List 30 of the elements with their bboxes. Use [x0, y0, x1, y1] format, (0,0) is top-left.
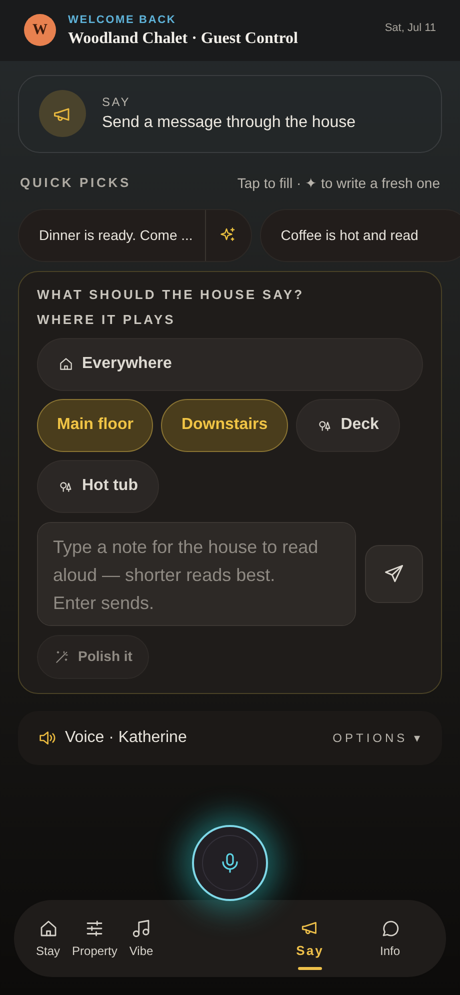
zones-label: WHERE IT PLAYS [37, 311, 176, 329]
zone-chip[interactable]: Deck [296, 398, 400, 452]
sparkle-icon [219, 226, 238, 244]
zone-chip[interactable]: Everywhere [37, 338, 423, 390]
welcome-label: WELCOME BACK [68, 13, 178, 28]
date-label: Sat, Jul 11 [384, 21, 436, 36]
music-note-icon [130, 918, 152, 938]
nav-tab[interactable]: Property [66, 918, 124, 960]
section-label: SAY [102, 94, 132, 110]
send-button[interactable] [365, 544, 423, 602]
avatar: W [24, 14, 56, 46]
section-title: Send a message through the house [102, 112, 356, 132]
send-icon [383, 562, 405, 584]
house-icon [58, 356, 74, 372]
zone-chip[interactable]: Main floor [37, 398, 154, 452]
nav-tab[interactable]: Vibe [123, 918, 160, 960]
composer-heading: WHAT SHOULD THE HOUSE SAY? [37, 286, 306, 304]
zone-chip[interactable]: Downstairs [161, 398, 288, 452]
property-title: Woodland Chalet · Guest Control [68, 28, 299, 48]
voice-label: Voice · Katherine [65, 728, 188, 748]
nav-tab[interactable]: Info [350, 918, 430, 960]
magic-wand-icon [54, 648, 70, 664]
nav-tab[interactable]: Stay [30, 918, 66, 960]
message-field[interactable]: Type a note for the house to read aloud — shorter reads best. Enter sends. [37, 522, 356, 626]
polish-button[interactable]: Polish it [37, 634, 150, 678]
quick-picks-hint: Tap to fill · ✦ to write a fresh one [237, 174, 440, 193]
options-button[interactable]: OPTIONS ▾ [332, 728, 423, 746]
quick-picks-label: QUICK PICKS [20, 174, 131, 192]
zone-chip[interactable]: Hot tub [37, 460, 159, 512]
nav-tab[interactable]: Say [270, 916, 350, 970]
